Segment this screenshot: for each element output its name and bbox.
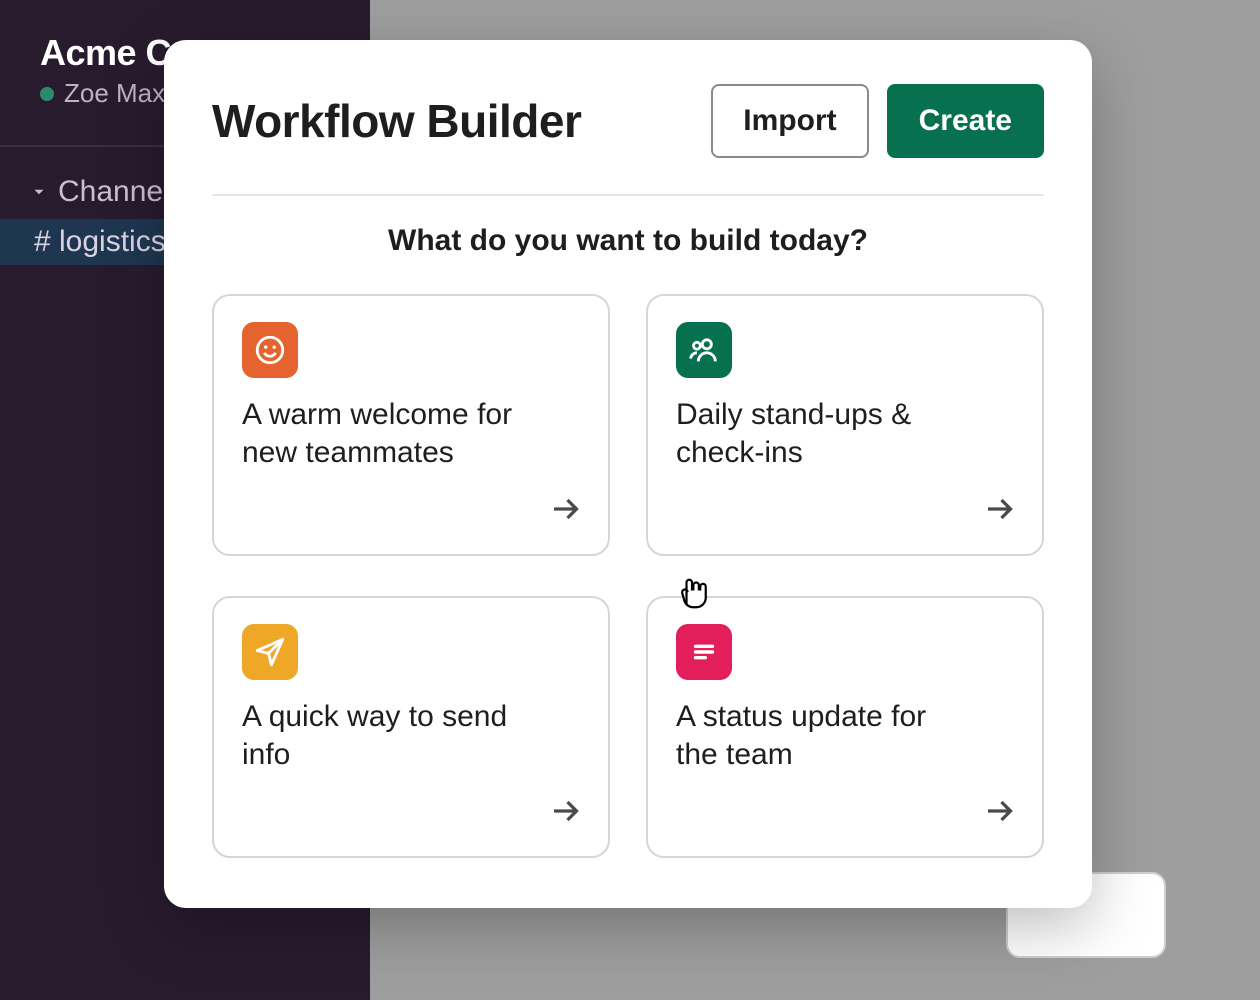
create-button[interactable]: Create	[887, 84, 1044, 158]
arrow-right-icon	[982, 491, 1018, 532]
template-card-send-info[interactable]: A quick way to send info	[212, 596, 610, 858]
template-card-standups[interactable]: Daily stand-ups & check-ins	[646, 294, 1044, 556]
modal-header: Workflow Builder Import Create	[212, 84, 1044, 158]
template-card-title: A quick way to send info	[242, 698, 542, 775]
workflow-builder-modal: Workflow Builder Import Create What do y…	[164, 40, 1092, 908]
app-root: Acme Co Zoe Max Channels # logistics Wor…	[0, 0, 1260, 1000]
modal-divider	[212, 194, 1044, 196]
template-card-status-update[interactable]: A status update for the team	[646, 596, 1044, 858]
import-button[interactable]: Import	[711, 84, 868, 158]
smiley-icon	[242, 322, 298, 378]
people-icon	[676, 322, 732, 378]
arrow-right-icon	[982, 793, 1018, 834]
modal-title: Workflow Builder	[212, 94, 581, 148]
template-cards: A warm welcome for new teammates	[212, 294, 1044, 858]
template-card-title: A warm welcome for new teammates	[242, 396, 542, 473]
arrow-right-icon	[548, 793, 584, 834]
modal-overlay: Workflow Builder Import Create What do y…	[0, 0, 1260, 1000]
modal-subtitle: What do you want to build today?	[212, 224, 1044, 258]
modal-actions: Import Create	[711, 84, 1044, 158]
template-card-welcome[interactable]: A warm welcome for new teammates	[212, 294, 610, 556]
doc-lines-icon	[676, 624, 732, 680]
paperplane-icon	[242, 624, 298, 680]
template-card-title: A status update for the team	[676, 698, 976, 775]
arrow-right-icon	[548, 491, 584, 532]
template-card-title: Daily stand-ups & check-ins	[676, 396, 976, 473]
